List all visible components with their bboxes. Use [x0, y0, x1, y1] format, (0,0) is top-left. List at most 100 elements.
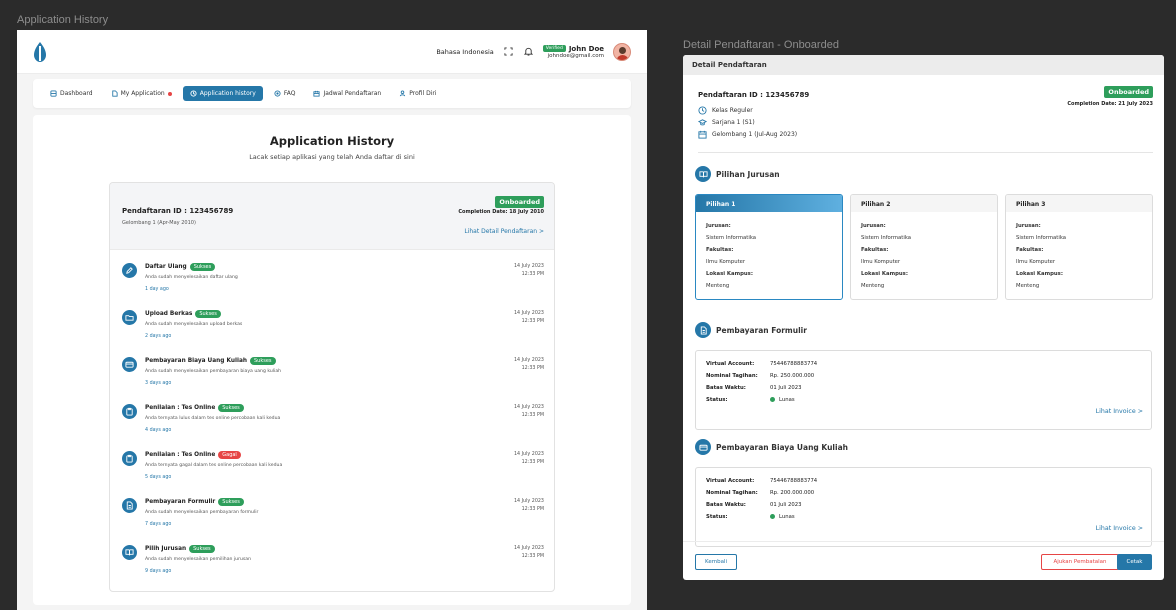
nav-item-dashboard[interactable]: Dashboard: [43, 86, 100, 101]
application-card: Pendaftaran ID : 123456789 Gelombang 1 (…: [109, 182, 555, 592]
major-label: Jurusan:: [1016, 223, 1041, 229]
timeline-title: Pilih Jurusan: [145, 546, 187, 552]
timeline-timestamp: 14 July 2023 12:33 PM: [514, 357, 544, 373]
choice-title: Pilihan 3: [1006, 195, 1152, 212]
status-row: Status: Lunas: [706, 397, 795, 403]
timeline-title: Daftar Ulang: [145, 264, 187, 270]
choice-card-1[interactable]: Pilihan 1 Jurusan: Sistem Informatika Fa…: [695, 194, 843, 300]
nav-item-my-application[interactable]: My Application: [104, 86, 179, 101]
fullscreen-icon[interactable]: [503, 46, 514, 57]
major-value: Sistem Informatika: [861, 235, 912, 241]
document-icon: [695, 322, 711, 338]
nav-label: My Application: [120, 90, 165, 97]
form-payment-title-text: Pembayaran Formulir: [716, 325, 807, 335]
status-label: Status:: [706, 514, 728, 520]
modal-footer: Kembali Ajukan Pembatalan Cetak: [683, 541, 1164, 580]
amount-value: Rp. 200.000.000: [770, 490, 815, 496]
user-email: johndoe@gmail.com: [547, 52, 604, 59]
timeline-description: Anda ternyata gagal dalam tes online per…: [145, 463, 283, 468]
timeline-description: Anda ternyata lulus dalam tes online per…: [145, 416, 281, 421]
timeline-time: 12:33 PM: [521, 366, 544, 371]
view-invoice-link[interactable]: Lihat Invoice >: [1096, 525, 1143, 532]
timeline-title: Penilaian : Tes Online: [145, 405, 216, 411]
majors-title-text: Pilihan Jurusan: [716, 169, 780, 179]
major-label: Jurusan:: [861, 223, 886, 229]
tuition-payment-box: Virtual Account: 75446788883774 Nominal T…: [695, 467, 1152, 547]
nav-item-jadwal-pendaftaran[interactable]: Jadwal Pendaftaran: [306, 86, 388, 101]
print-button[interactable]: Cetak: [1117, 554, 1152, 570]
timeline-timestamp: 14 July 2023 12:33 PM: [514, 451, 544, 467]
paid-status-dot: [770, 514, 775, 519]
form-payment-box: Virtual Account: 75446788883774 Nominal T…: [695, 350, 1152, 430]
timeline-date: 14 July 2023: [514, 264, 544, 269]
major-label: Jurusan:: [706, 223, 731, 229]
nav-item-profil-diri[interactable]: Profil Diri: [392, 86, 443, 101]
detail-registration-id: Pendaftaran ID : 123456789: [698, 91, 810, 99]
bell-icon[interactable]: [523, 46, 534, 57]
wave-info: Gelombang 1 (Jul-Aug 2023): [698, 130, 797, 139]
language-selector[interactable]: Bahasa Indonesia: [436, 48, 493, 56]
timeline-item: Pilih Jurusan Sukses Anda sudah menyelesai…: [110, 532, 554, 579]
va-value: 75446788883774: [770, 361, 818, 367]
va-row: Virtual Account: 75446788883774: [706, 361, 817, 367]
page-title: Application History: [269, 134, 395, 148]
application-card-header: Pendaftaran ID : 123456789 Gelombang 1 (…: [110, 183, 554, 250]
status-badge: Sukses: [250, 357, 276, 365]
cancel-registration-button[interactable]: Ajukan Pembatalan: [1041, 554, 1119, 570]
user-info[interactable]: Verified John Doe johndoe@gmail.com: [542, 45, 604, 59]
avatar[interactable]: [613, 42, 631, 61]
timeline-time: 12:33 PM: [521, 272, 544, 277]
timeline-item: Pembayaran Formulir Sukses Anda sudah meny…: [110, 485, 554, 532]
va-value: 75446788883774: [770, 478, 818, 484]
amount-row: Nominal Tagihan: Rp. 200.000.000: [706, 490, 814, 496]
class-info: Kelas Reguler: [698, 106, 753, 115]
timeline-date: 14 July 2023: [514, 311, 544, 316]
calendar-icon: [698, 130, 707, 139]
campus-label: Lokasi Kampus:: [861, 271, 908, 277]
faculty-value: Ilmu Komputer: [861, 259, 901, 265]
timeline-time: 12:33 PM: [521, 507, 544, 512]
page-subtitle: Lacak setiap aplikasi yang telah Anda da…: [249, 153, 415, 161]
back-button[interactable]: Kembali: [695, 554, 737, 570]
faculty-value: Ilmu Komputer: [1016, 259, 1056, 265]
detail-status-badge: Onboarded: [1104, 86, 1153, 98]
wave-text: Gelombang 1 (Jul-Aug 2023): [712, 131, 798, 138]
timeline-time: 12:33 PM: [521, 554, 544, 559]
timeline-item: Upload Berkas Sukses Anda sudah menyelesai…: [110, 297, 554, 344]
timeline-date: 14 July 2023: [514, 405, 544, 410]
amount-label: Nominal Tagihan:: [706, 373, 758, 379]
application-history-frame: Bahasa Indonesia Verified John Doe johnd…: [17, 30, 647, 610]
tuition-payment-section-title: Pembayaran Biaya Uang Kuliah: [695, 439, 848, 455]
timeline-relative-time: 3 days ago: [145, 381, 172, 386]
choice-card-2[interactable]: Pilihan 2 Jurusan: Sistem Informatika Fa…: [850, 194, 998, 300]
deadline-label: Batas Waktu:: [706, 385, 746, 391]
view-detail-link[interactable]: Lihat Detail Pendaftaran >: [464, 228, 544, 235]
campus-label: Lokasi Kampus:: [706, 271, 753, 277]
deadline-row: Batas Waktu: 01 Juli 2023: [706, 385, 801, 391]
form-payment-section-title: Pembayaran Formulir: [695, 322, 807, 338]
card-icon: [122, 357, 137, 372]
campus-value: Menteng: [861, 283, 885, 289]
registration-id: Pendaftaran ID : 123456789: [122, 207, 234, 215]
nav-item-application-history[interactable]: Application history: [182, 86, 263, 101]
status-badge: Onboarded: [495, 196, 544, 208]
choice-card-3[interactable]: Pilihan 3 Jurusan: Sistem Informatika Fa…: [1005, 194, 1153, 300]
va-row: Virtual Account: 75446788883774: [706, 478, 817, 484]
timeline-relative-time: 9 days ago: [145, 569, 172, 574]
timeline-timestamp: 14 July 2023 12:33 PM: [514, 545, 544, 561]
logo-icon[interactable]: [33, 41, 47, 62]
campus-label: Lokasi Kampus:: [1016, 271, 1063, 277]
view-invoice-link[interactable]: Lihat Invoice >: [1096, 408, 1143, 415]
timeline-timestamp: 14 July 2023 12:33 PM: [514, 404, 544, 420]
calendar-icon: [313, 90, 320, 97]
history-panel: Application History Lacak setiap aplikas…: [33, 115, 631, 605]
status-badge: Sukses: [189, 263, 216, 271]
completion-date: Completion Date: 18 July 2010: [458, 209, 544, 215]
faculty-label: Fakultas:: [1016, 247, 1044, 253]
nav-item-faq[interactable]: FAQ: [267, 86, 303, 101]
majors-section-title: Pilihan Jurusan: [695, 166, 780, 182]
timeline-description: Anda sudah menyelesaikan daftar ulang: [145, 275, 238, 280]
nav-label: Application history: [199, 90, 256, 97]
book-icon: [122, 545, 137, 560]
nav-label: Profil Diri: [409, 90, 437, 97]
